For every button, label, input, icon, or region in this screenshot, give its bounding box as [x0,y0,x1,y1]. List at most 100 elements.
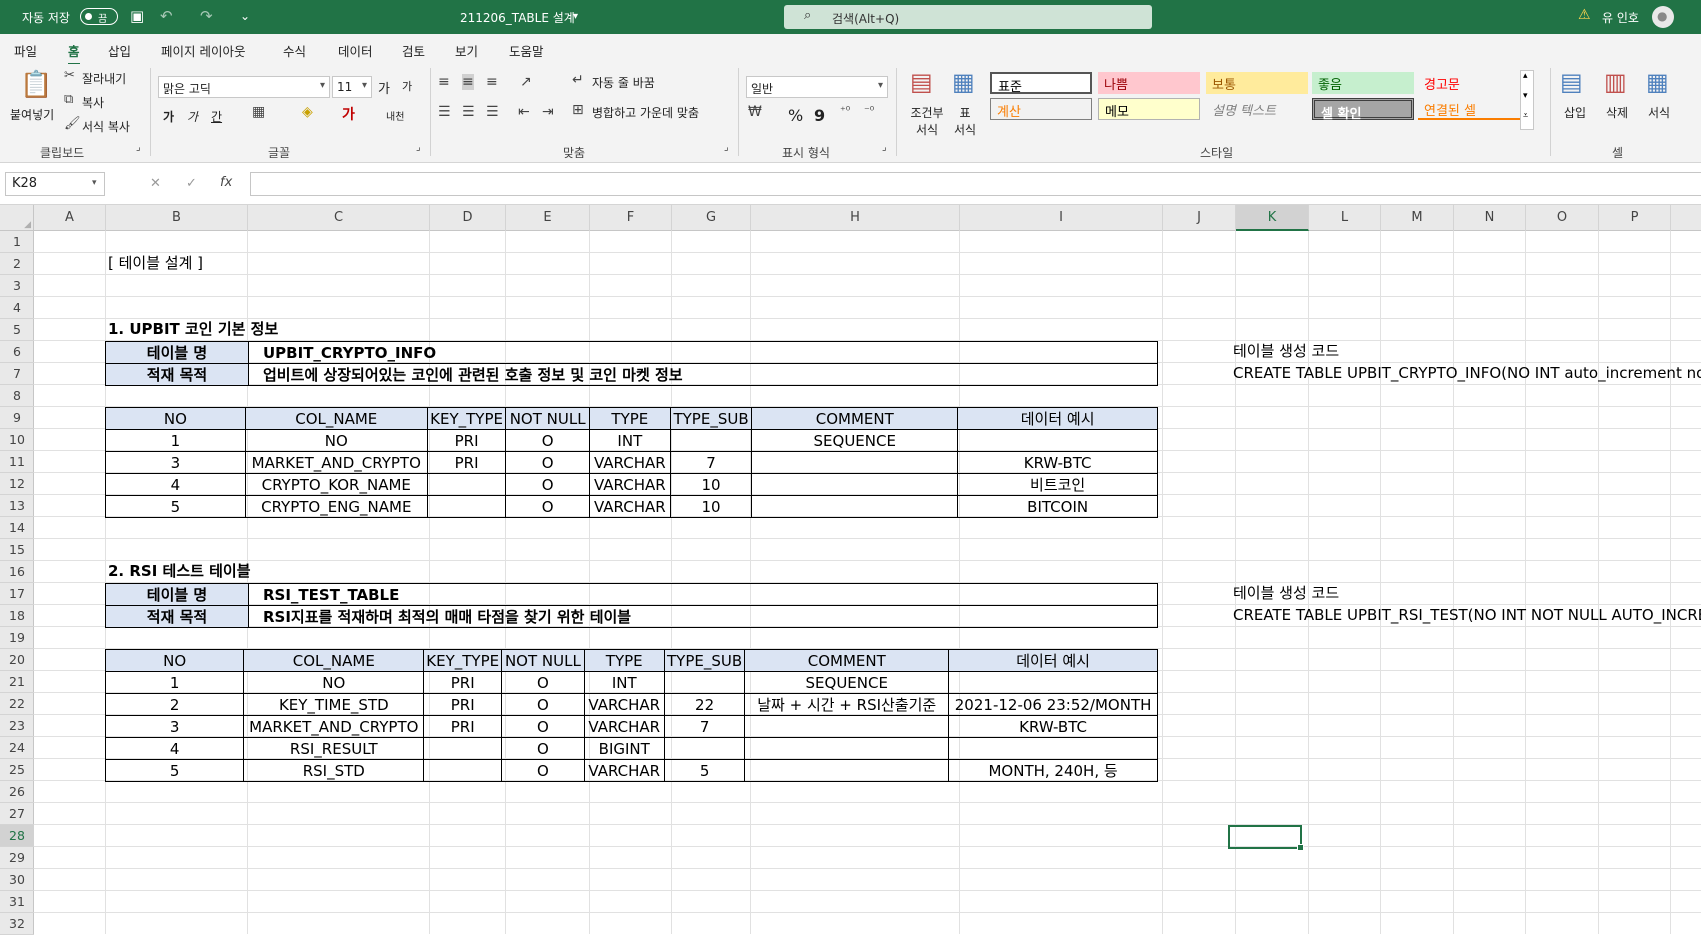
column-header-a[interactable]: A [34,205,106,231]
cell-style-option[interactable]: 메모 [1098,98,1200,120]
cell-style-option[interactable]: 계산 [990,98,1092,120]
row-header-11[interactable]: 11 [0,451,34,473]
table-cell[interactable] [669,429,753,452]
column-header-q[interactable]: Q [1671,205,1701,231]
table-cell[interactable] [751,495,959,518]
paste-icon[interactable]: 📋 [20,70,52,100]
row-header-16[interactable]: 16 [0,561,34,583]
table-cell[interactable]: 10 [669,495,753,518]
column-header-p[interactable]: P [1599,205,1671,231]
column-header-cell[interactable]: NOT NULL [505,407,590,430]
row-header-24[interactable]: 24 [0,737,34,759]
column-header-cell[interactable]: KEY_TYPE [423,649,503,672]
align-right-icon[interactable]: ☰ [486,104,499,120]
cell-style-option[interactable]: 경고문 [1418,72,1520,94]
table-cell[interactable]: VARCHAR [583,759,665,782]
grow-font-button[interactable]: 가 [378,78,390,97]
table-cell[interactable]: 1 [104,671,245,694]
tab-view[interactable]: 보기 [455,41,478,60]
table-name-label[interactable]: 테이블 명 [105,583,249,606]
name-box-chevron-icon[interactable]: ▾ [92,178,97,188]
table-cell[interactable]: 4 [105,473,246,496]
cut-icon[interactable]: ✂ [64,68,75,83]
worksheet-grid[interactable]: [ 테이블 설계 ] 1. UPBIT 코인 기본 정보 테이블 명 UPBIT… [34,231,1701,934]
row-header-3[interactable]: 3 [0,275,34,297]
table-name-value[interactable]: RSI_TEST_TABLE [248,583,1158,606]
customize-qat-icon[interactable]: ⌄ [240,9,250,23]
table-cell[interactable] [423,759,503,782]
column-header-d[interactable]: D [430,205,506,231]
table-cell[interactable]: 3 [104,715,245,738]
delete-cells-button[interactable]: 삭제 [1606,104,1628,121]
column-header-h[interactable]: H [751,205,960,231]
merge-center-icon[interactable]: ⊞ [572,102,584,118]
increase-decimal-icon[interactable]: ⁺⁰ [840,104,850,117]
decrease-decimal-icon[interactable]: ⁻⁰ [864,104,874,117]
wrap-text-icon[interactable]: ↵ [572,72,584,88]
tab-insert[interactable]: 삽입 [108,41,131,60]
column-header-cell[interactable]: COMMENT [751,407,959,430]
format-painter-icon[interactable]: 🖌 [64,116,81,131]
cell-style-option[interactable]: 셀 확인 [1312,98,1414,122]
column-header-n[interactable]: N [1454,205,1526,231]
row-header-12[interactable]: 12 [0,473,34,495]
shrink-font-button[interactable]: 가 [402,78,412,94]
table-cell[interactable]: MONTH, 240H, 등 [948,759,1158,782]
tab-home[interactable]: 홈 [68,41,80,65]
paste-button[interactable]: 붙여넣기 [10,106,54,123]
table-cell[interactable]: 4 [104,737,245,760]
table-cell[interactable] [744,759,950,782]
italic-button[interactable]: 가 [187,108,198,125]
save-icon[interactable]: ▣ [130,7,144,25]
cell-style-option[interactable]: 설명 텍스트 [1206,98,1308,120]
table-cell[interactable]: 5 [663,759,746,782]
purpose-label[interactable]: 적재 목적 [105,363,249,386]
dialog-launcher-icon[interactable]: ⌟ [136,142,141,153]
insert-function-icon[interactable]: fx [220,175,232,190]
column-header-l[interactable]: L [1309,205,1381,231]
user-name[interactable]: 유 인호 [1602,9,1639,26]
dialog-launcher-icon[interactable]: ⌟ [416,142,421,153]
row-header-28[interactable]: 28 [0,825,34,847]
column-header-j[interactable]: J [1163,205,1236,231]
enter-icon[interactable]: ✓ [186,176,197,191]
table-cell[interactable]: CRYPTO_KOR_NAME [244,473,428,496]
table-cell[interactable]: VARCHAR [583,693,665,716]
row-header-31[interactable]: 31 [0,891,34,913]
phonetic-button[interactable]: 내천 [386,108,404,123]
align-left-icon[interactable]: ☰ [438,104,451,120]
merge-center-button[interactable]: 병합하고 가운데 맞춤 [592,104,699,121]
column-header-cell[interactable]: 데이터 예시 [948,649,1158,672]
tab-data[interactable]: 데이터 [338,41,373,60]
cell-style-option[interactable]: 표준 [990,72,1092,95]
table-cell[interactable]: 3 [105,451,246,474]
table-cell[interactable] [744,737,950,760]
underline-button[interactable]: 간 [211,108,222,125]
table-cell[interactable]: O [505,495,590,518]
table-cell[interactable]: MARKET_AND_CRYPTO [244,451,428,474]
table-cell[interactable]: RSI_RESULT [243,737,425,760]
fill-color-icon[interactable]: ◈ [302,104,313,120]
tab-help[interactable]: 도움말 [509,41,544,60]
row-header-29[interactable]: 29 [0,847,34,869]
table-cell[interactable] [948,737,1158,760]
table-cell[interactable]: O [501,715,585,738]
column-header-e[interactable]: E [506,205,590,231]
format-cells-icon[interactable]: ▦ [1646,68,1669,96]
align-center-icon[interactable]: ☰ [462,104,475,120]
table-cell[interactable] [948,671,1158,694]
table-cell[interactable] [426,495,507,518]
row-header-2[interactable]: 2 [0,253,34,275]
column-header-c[interactable]: C [248,205,430,231]
row-header-32[interactable]: 32 [0,913,34,935]
row-header-10[interactable]: 10 [0,429,34,451]
percent-button[interactable]: % [788,106,803,125]
comma-button[interactable]: 9 [814,106,825,125]
row-header-4[interactable]: 4 [0,297,34,319]
select-all-button[interactable]: ◢ [0,205,34,231]
column-header-cell[interactable]: TYPE_SUB [663,649,746,672]
table-cell[interactable] [663,737,746,760]
table-name-value[interactable]: UPBIT_CRYPTO_INFO [248,341,1158,364]
column-header-f[interactable]: F [590,205,672,231]
column-header-cell[interactable]: NO [105,407,246,430]
